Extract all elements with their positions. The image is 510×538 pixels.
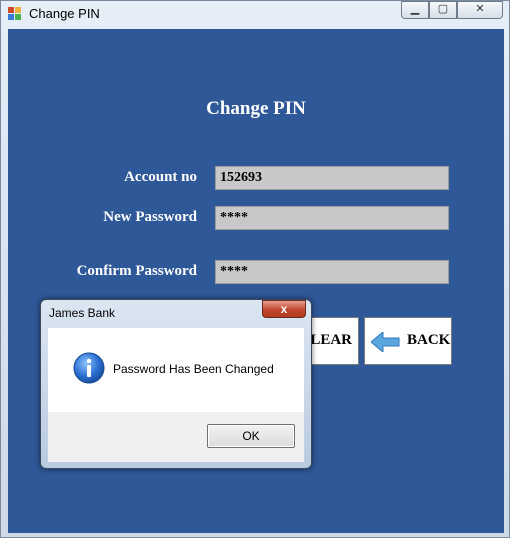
ok-button[interactable]: OK xyxy=(207,424,295,448)
form-heading: Change PIN xyxy=(206,98,306,119)
app-icon xyxy=(8,7,22,21)
maximize-icon: ▢ xyxy=(437,3,449,15)
window-title: Change PIN xyxy=(29,6,100,21)
info-icon xyxy=(73,352,105,384)
new-password-field[interactable]: **** xyxy=(215,206,449,230)
back-button[interactable]: BACK xyxy=(364,317,452,365)
account-label: Account no xyxy=(124,169,197,185)
new-password-label: New Password xyxy=(103,209,197,225)
close-button[interactable]: ✕ xyxy=(457,1,503,19)
dialog-title: James Bank xyxy=(49,306,116,320)
confirm-password-field[interactable]: **** xyxy=(215,260,449,284)
dialog-close-button[interactable]: x xyxy=(262,300,306,318)
minimize-icon: ▁ xyxy=(410,3,420,15)
title-bar[interactable]: Change PIN ▁ ▢ ✕ xyxy=(1,1,509,27)
minimize-button[interactable]: ▁ xyxy=(401,1,429,19)
account-field[interactable]: 152693 xyxy=(215,166,449,190)
confirm-password-label: Confirm Password xyxy=(76,263,197,279)
message-dialog: James Bank x Password Has Been Changed O… xyxy=(40,299,312,469)
close-icon: x xyxy=(280,302,288,316)
dialog-body: Password Has Been Changed xyxy=(48,328,304,412)
back-button-label: BACK xyxy=(407,332,451,348)
left-arrow-icon xyxy=(371,332,400,352)
close-icon: ✕ xyxy=(475,3,485,15)
dialog-footer: OK xyxy=(48,412,304,462)
maximize-button[interactable]: ▢ xyxy=(429,1,457,19)
dialog-message: Password Has Been Changed xyxy=(113,362,274,376)
